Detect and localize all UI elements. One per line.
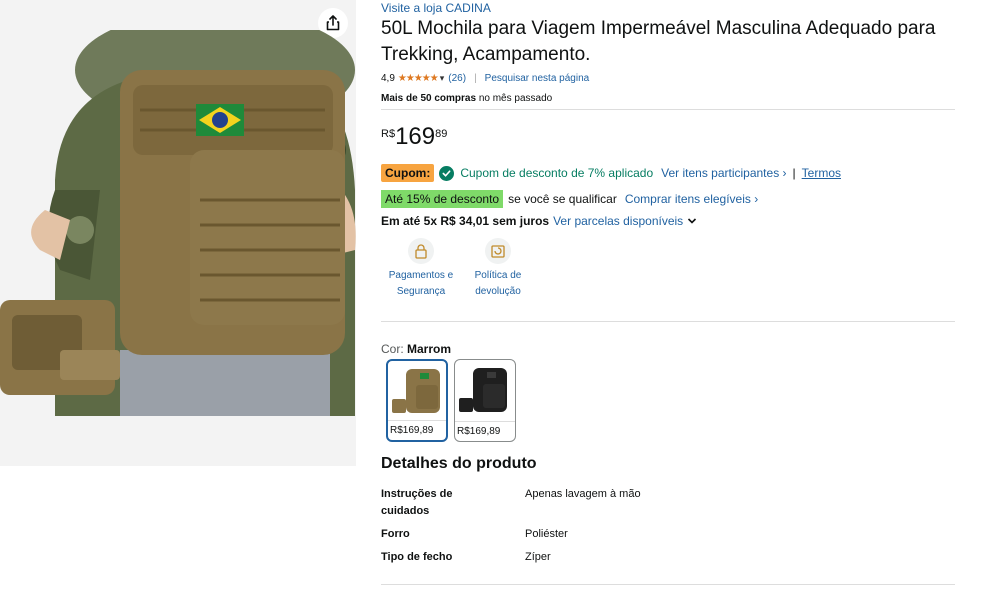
payment-security-label: Pagamentos e Segurança — [388, 270, 454, 297]
installments-text: Em até 5x R$ 34,01 sem juros — [381, 214, 550, 228]
product-title: 50L Mochila para Viagem Impermeável Masc… — [381, 18, 936, 65]
color-swatch-black[interactable]: R$169,89 — [454, 359, 516, 442]
installments-row: Em até 5x R$ 34,01 sem juros Ver parcela… — [381, 214, 697, 228]
divider — [381, 584, 955, 585]
return-policy-feature[interactable]: Política de devolução — [458, 238, 538, 300]
detail-label-lining: Forro — [381, 528, 410, 540]
detail-value-care: Apenas lavagem à mão — [525, 488, 641, 500]
price-currency: R$ — [381, 128, 396, 140]
price-whole: 169 — [395, 123, 436, 150]
selected-color: Marrom — [407, 342, 452, 356]
detail-label-care: Instruções de cuidados — [381, 488, 453, 517]
shop-eligible-items-link[interactable]: Comprar itens elegíveis › — [625, 192, 758, 206]
divider — [381, 321, 955, 322]
return-policy-label: Política de devolução — [474, 270, 522, 297]
chevron-down-icon[interactable]: ▾ — [440, 73, 445, 84]
return-policy-icon — [485, 238, 511, 264]
divider: | — [792, 166, 796, 180]
divider: | — [474, 73, 477, 84]
chevron-down-icon[interactable] — [687, 216, 697, 226]
terms-link[interactable]: Termos — [802, 166, 841, 180]
price-fraction: 89 — [435, 128, 448, 140]
search-this-page-link[interactable]: Pesquisar nesta página — [485, 73, 590, 84]
divider — [381, 109, 955, 110]
payment-security-feature[interactable]: Pagamentos e Segurança — [381, 238, 461, 300]
color-label-prefix: Cor: — [381, 342, 404, 356]
discount-row: Até 15% de desconto se você se qualifica… — [381, 190, 758, 208]
price: R$ 169 89 — [381, 124, 447, 150]
discount-badge: Até 15% de desconto — [381, 190, 504, 208]
color-label: Cor: Marrom — [381, 342, 451, 356]
product-image-gallery — [0, 0, 356, 466]
coupon-badge: Cupom: — [381, 164, 435, 182]
checkmark-icon — [439, 165, 455, 181]
rating-row: 4,9 ★★★★★ ▾ (26) | Pesquisar nesta págin… — [381, 73, 589, 84]
swatch-price: R$169,89 — [388, 420, 446, 440]
store-link[interactable]: Visite a loja CADINA — [381, 1, 491, 15]
detail-label-closure: Tipo de fecho — [381, 551, 453, 563]
payment-security-icon — [408, 238, 434, 264]
product-main-image[interactable] — [0, 30, 356, 416]
star-rating-icon[interactable]: ★★★★★ — [398, 73, 439, 84]
discount-condition-text: se você se qualificar — [508, 192, 617, 206]
purchase-count-bold: Mais de 50 compras — [381, 93, 477, 104]
coupon-applied-text: Cupom de desconto de 7% aplicado — [460, 166, 654, 180]
view-participating-items-link[interactable]: Ver itens participantes › — [661, 166, 786, 180]
swatch-image — [392, 369, 440, 413]
coupon-row: Cupom: Cupom de desconto de 7% aplicado … — [381, 164, 841, 182]
rating-value: 4,9 — [381, 73, 395, 84]
detail-value-lining: Poliéster — [525, 528, 568, 540]
swatch-price: R$169,89 — [455, 421, 515, 441]
swatch-image — [459, 368, 507, 412]
rating-count-link[interactable]: (26) — [448, 73, 466, 84]
purchase-count-rest: no mês passado — [478, 93, 553, 104]
color-swatch-marrom[interactable]: R$169,89 — [386, 359, 448, 442]
view-installments-link[interactable]: Ver parcelas disponíveis — [553, 214, 683, 228]
share-icon — [326, 15, 340, 31]
product-details-heading: Detalhes do produto — [381, 455, 537, 472]
detail-value-closure: Zíper — [525, 551, 551, 563]
purchase-count: Mais de 50 compras no mês passado — [381, 93, 552, 104]
